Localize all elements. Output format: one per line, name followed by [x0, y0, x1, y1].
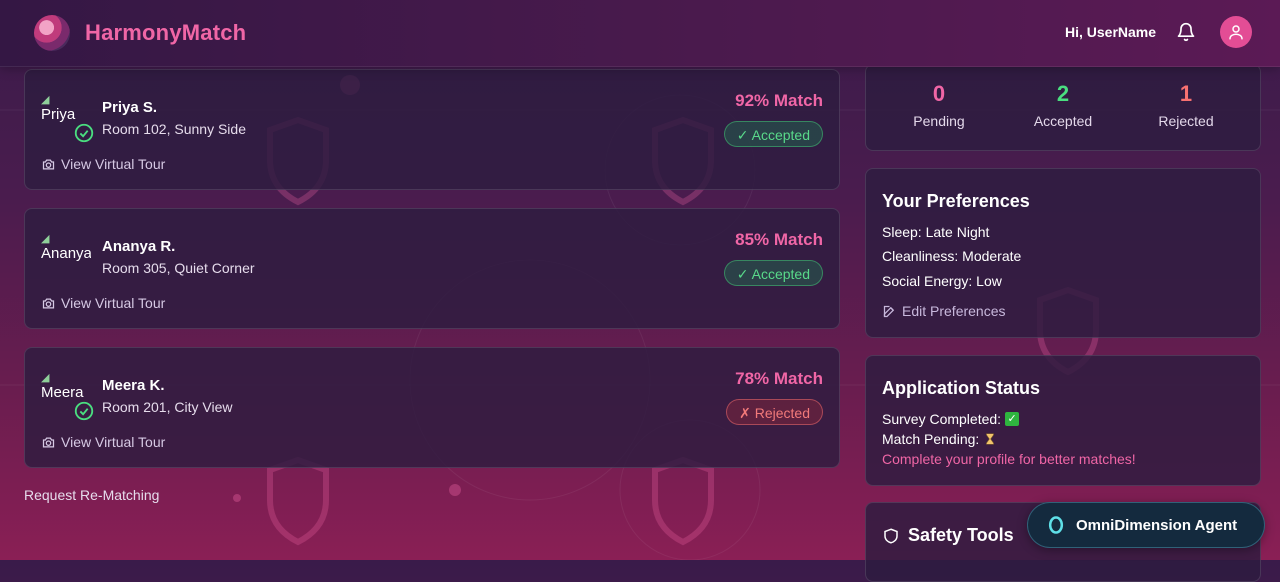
edit-preferences-link[interactable]: Edit Preferences	[882, 303, 1006, 319]
brand-name[interactable]: HarmonyMatch	[85, 20, 246, 46]
survey-label: Survey Completed:	[882, 411, 1002, 427]
edit-icon	[883, 305, 895, 317]
broken-image-icon: ◢	[41, 94, 50, 106]
stat-rejected: 1 Rejected	[1121, 81, 1251, 129]
match-pending-status: Match Pending:	[882, 431, 997, 447]
verified-check-icon	[74, 123, 94, 143]
safety-tools-heading: Safety Tools	[882, 525, 1014, 546]
user-icon	[1229, 25, 1243, 40]
camera-icon	[42, 159, 55, 169]
match-percentage: 78% Match	[735, 369, 823, 388]
match-name: Ananya R.	[102, 238, 176, 255]
match-room: Room 201, City View	[102, 399, 233, 415]
edit-preferences-label: Edit Preferences	[902, 303, 1006, 319]
pref-social: Social Energy: Low	[882, 273, 1002, 289]
match-card: ◢ Meera Meera K. Room 201, City View Vie…	[24, 347, 840, 468]
match-card: ◢ Ananya Ananya R. Room 305, Quiet Corne…	[24, 208, 840, 329]
camera-icon	[42, 437, 55, 447]
match-percentage: 85% Match	[735, 230, 823, 249]
match-name: Priya S.	[102, 99, 158, 116]
stat-rejected-value: 1	[1179, 81, 1193, 106]
stat-pending-value: 0	[932, 81, 946, 106]
match-photo-alt: Ananya	[41, 245, 91, 262]
omnidimension-agent-button[interactable]: OmniDimension Agent	[1027, 502, 1265, 548]
match-pending-label: Match Pending:	[882, 431, 980, 447]
match-photo: ◢ Ananya	[41, 233, 91, 279]
top-navbar: HarmonyMatch Hi, UserName	[0, 0, 1280, 67]
tour-label: View Virtual Tour	[61, 156, 166, 172]
request-rematching-link[interactable]: Request Re-Matching	[24, 487, 159, 503]
complete-profile-hint[interactable]: Complete your profile for better matches…	[882, 451, 1136, 467]
shield-icon	[884, 527, 898, 544]
safety-tools-title: Safety Tools	[908, 525, 1014, 545]
hourglass-icon	[986, 433, 995, 445]
agent-label: OmniDimension Agent	[1076, 516, 1238, 534]
match-photo-alt: Priya	[41, 106, 76, 123]
pref-sleep: Sleep: Late Night	[882, 224, 990, 240]
broken-image-icon: ◢	[41, 233, 50, 245]
match-room: Room 102, Sunny Side	[102, 121, 246, 137]
stat-accepted-value: 2	[1056, 81, 1070, 106]
stats-panel: 0 Pending 2 Accepted 1 Rejected	[865, 64, 1261, 151]
user-avatar-button[interactable]	[1220, 16, 1252, 48]
agent-ring-icon	[1048, 516, 1064, 534]
broken-image-icon: ◢	[41, 372, 50, 384]
match-card: ◢ Priya Priya S. Room 102, Sunny Side Vi…	[24, 69, 840, 190]
camera-icon	[42, 298, 55, 308]
stat-pending-label: Pending	[913, 113, 965, 129]
application-status-panel: Application Status Survey Completed: ✓ M…	[865, 355, 1261, 486]
view-virtual-tour-link[interactable]: View Virtual Tour	[41, 295, 165, 311]
view-virtual-tour-link[interactable]: View Virtual Tour	[41, 156, 165, 172]
checkmark-icon: ✓	[1005, 412, 1020, 426]
user-greeting: Hi, UserName	[1065, 24, 1157, 40]
tour-label: View Virtual Tour	[61, 295, 166, 311]
stat-accepted: 2 Accepted	[998, 81, 1128, 129]
status-badge: ✗ Rejected	[726, 399, 823, 425]
status-badge: ✓ Accepted	[723, 260, 823, 286]
status-badge: ✓ Accepted	[723, 121, 823, 147]
stat-rejected-label: Rejected	[1158, 113, 1214, 129]
bell-icon[interactable]	[1176, 22, 1196, 42]
brand-logo[interactable]	[34, 15, 70, 51]
preferences-panel: Your Preferences Sleep: Late Night Clean…	[865, 168, 1261, 338]
pref-cleanliness: Cleanliness: Moderate	[882, 248, 1022, 264]
match-room: Room 305, Quiet Corner	[102, 260, 255, 276]
tour-label: View Virtual Tour	[61, 434, 166, 450]
match-photo-alt: Meera	[41, 384, 84, 401]
match-percentage: 92% Match	[735, 91, 823, 110]
stat-pending: 0 Pending	[874, 81, 1004, 129]
verified-check-icon	[74, 401, 94, 421]
preferences-title: Your Preferences	[882, 191, 1030, 211]
stat-accepted-label: Accepted	[1033, 113, 1093, 129]
match-name: Meera K.	[102, 377, 165, 394]
application-status-title: Application Status	[882, 378, 1041, 398]
view-virtual-tour-link[interactable]: View Virtual Tour	[41, 434, 165, 450]
survey-status: Survey Completed: ✓	[882, 411, 1020, 427]
